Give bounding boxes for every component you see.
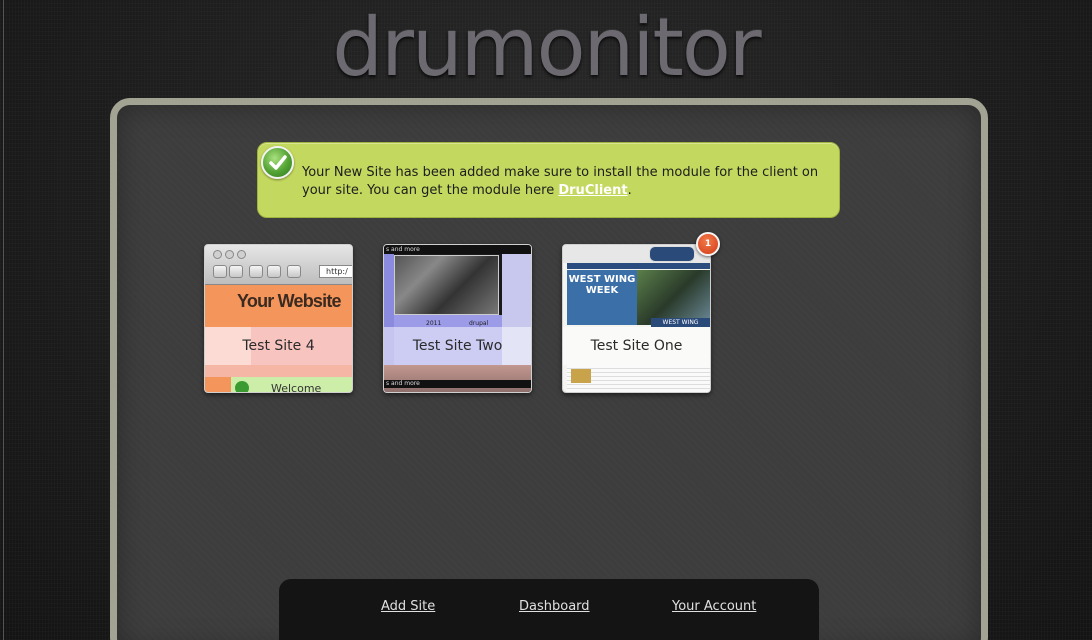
site-card-test-site-two[interactable]: s and more 2011 drupal s and more Test S… — [383, 244, 532, 393]
success-message: Your New Site has been added make sure t… — [257, 142, 840, 218]
seal-icon — [649, 246, 695, 262]
footer-nav: Add Site Dashboard Your Account — [279, 579, 819, 640]
thumbnail-year: 2011 — [426, 320, 442, 327]
message-text-end: . — [627, 183, 632, 198]
druclient-link[interactable]: DruClient — [558, 183, 627, 198]
thumbnail-welcome: Welcome — [271, 382, 322, 393]
add-site-link[interactable]: Add Site — [381, 599, 435, 614]
notification-badge[interactable]: 1 — [696, 232, 720, 256]
thumbnail-drupal: drupal — [469, 320, 489, 327]
site-card-test-site-one[interactable]: WEST WING WEEK WEST WING Test Site One — [562, 244, 711, 393]
thumbnail-nav: s and more — [384, 245, 531, 254]
your-account-link[interactable]: Your Account — [672, 599, 756, 614]
thumbnail-photo — [637, 270, 710, 325]
app-logo: drumonitor — [332, 1, 761, 94]
thumbnail-photo — [394, 255, 499, 315]
thumbnail-check-icon — [235, 381, 249, 392]
thumbnail-caption: WEST WING — [651, 318, 710, 327]
site-label: Test Site 4 — [205, 327, 352, 365]
browser-chrome-thumbnail: http:/ — [205, 245, 352, 285]
thumbnail-url: http:/ — [319, 265, 352, 278]
site-label: Test Site One — [563, 327, 710, 365]
thumbnail-nav-bottom: s and more — [384, 380, 531, 388]
window-edge — [3, 0, 4, 640]
thumbnail-banner: WEST WING WEEK — [567, 270, 637, 325]
dashboard-link[interactable]: Dashboard — [519, 599, 590, 614]
site-label: Test Site Two — [384, 327, 531, 365]
site-card-test-site-4[interactable]: http:/ Your Website Welcome Test Site 4 — [204, 244, 353, 393]
check-icon — [261, 146, 294, 179]
thumbnail-title: Your Website — [237, 291, 342, 311]
